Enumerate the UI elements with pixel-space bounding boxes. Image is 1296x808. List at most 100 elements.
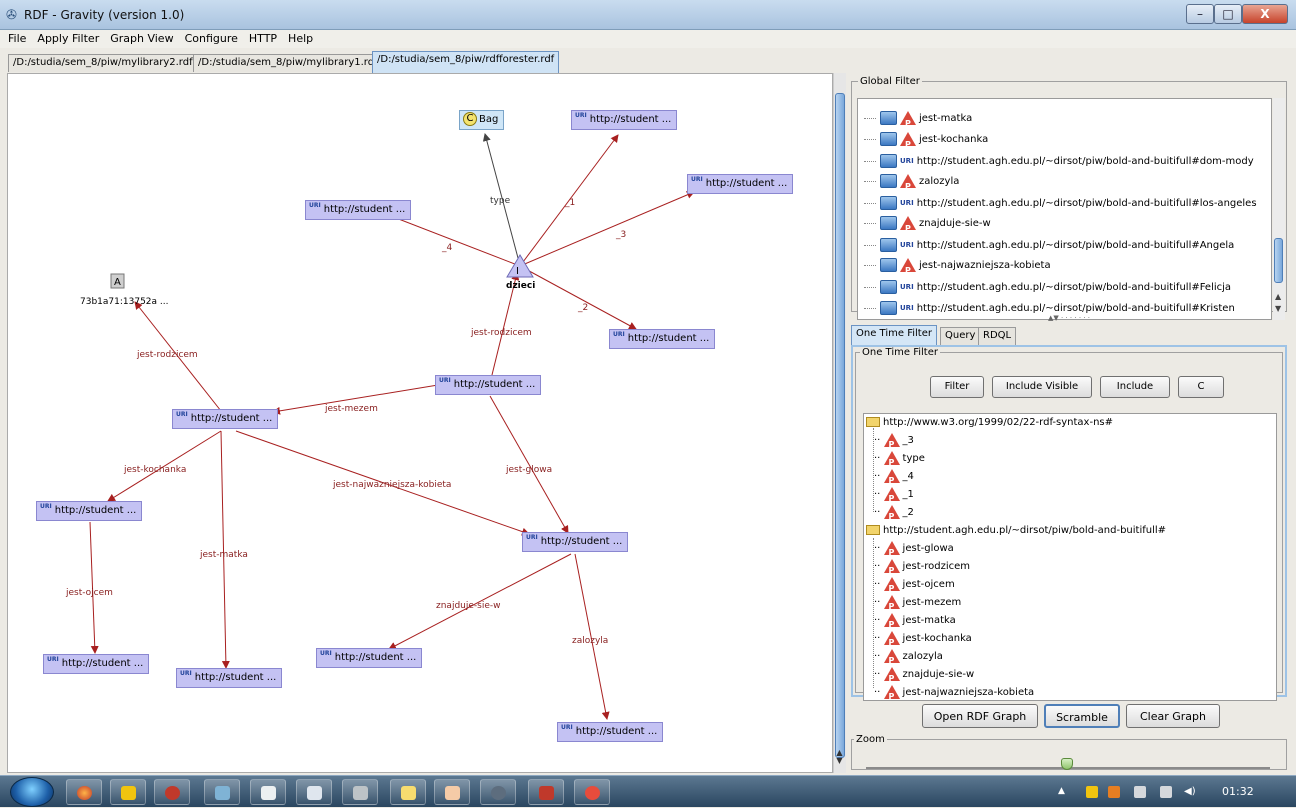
menu-file[interactable]: File bbox=[5, 30, 29, 47]
node-uri-kochanka[interactable]: URI http://student ... bbox=[36, 501, 143, 521]
tree-item-jest-najwazniejsza-kobieta[interactable]: ·· jest-najwazniejsza-kobieta bbox=[874, 684, 1034, 700]
volume-icon[interactable]: ◀) bbox=[1184, 786, 1196, 798]
tree-namespace-rdf[interactable]: http://www.w3.org/1999/02/22-rdf-syntax-… bbox=[866, 414, 1113, 432]
c-button[interactable]: C bbox=[1178, 376, 1224, 398]
menu-help[interactable]: Help bbox=[285, 30, 316, 47]
filter-button[interactable]: Filter bbox=[930, 376, 984, 398]
node-uri-matka[interactable]: URI http://student ... bbox=[176, 668, 283, 688]
clock[interactable]: 01:32 bbox=[1222, 785, 1254, 798]
tree-item-jest-rodzicem[interactable]: ·· jest-rodzicem bbox=[874, 558, 970, 580]
tab-query[interactable]: Query bbox=[940, 327, 981, 345]
taskbar-app-6[interactable] bbox=[296, 779, 332, 805]
minimize-button[interactable]: – bbox=[1186, 4, 1214, 24]
zoom-legend: Zoom bbox=[856, 734, 885, 745]
taskbar-app-3[interactable] bbox=[154, 779, 190, 805]
gf-item-jest-najwazniejsza-kobieta[interactable]: jest-najwazniejsza-kobieta bbox=[864, 256, 1051, 281]
clear-graph-button[interactable]: Clear Graph bbox=[1126, 704, 1220, 728]
tree-item-zalozyla[interactable]: ·· zalozyla bbox=[874, 648, 943, 670]
node-uri-4[interactable]: URI http://student ... bbox=[305, 200, 412, 220]
node-uri-right[interactable]: URI http://student ... bbox=[522, 532, 629, 552]
network-icon[interactable] bbox=[1134, 786, 1146, 798]
node-uri-ojcem[interactable]: URI http://student ... bbox=[43, 654, 150, 674]
gf-item-zalozyla[interactable]: zalozyla bbox=[864, 172, 959, 197]
property-icon bbox=[900, 258, 916, 281]
node-bag[interactable]: C Bag bbox=[459, 110, 505, 130]
close-button[interactable]: X bbox=[1242, 4, 1288, 24]
tree-item-jest-matka[interactable]: ·· jest-matka bbox=[874, 612, 956, 634]
include-visible-button[interactable]: Include Visible bbox=[992, 376, 1092, 398]
gf-item-los-angeles[interactable]: URI http://student.agh.edu.pl/~dirsot/piw… bbox=[864, 193, 1257, 214]
uri-icon: URI bbox=[526, 534, 538, 541]
tree-item-jest-mezem[interactable]: ·· jest-mezem bbox=[874, 594, 961, 616]
property-icon bbox=[883, 469, 900, 490]
tray-app-icon-2[interactable] bbox=[1108, 786, 1120, 798]
property-icon bbox=[883, 649, 900, 670]
node-uri-zalozyla[interactable]: URI http://student ... bbox=[557, 722, 664, 742]
node-uri-1[interactable]: URI http://student ... bbox=[571, 110, 678, 130]
taskbar-explorer[interactable] bbox=[434, 779, 470, 805]
scramble-button[interactable]: Scramble bbox=[1044, 704, 1120, 728]
taskbar-app-4[interactable] bbox=[204, 779, 240, 805]
tree-item-type[interactable]: ·· type bbox=[874, 450, 925, 472]
edge-label-zalozyla: zalozyla bbox=[572, 636, 609, 646]
tree-item-2[interactable]: ·· _2 bbox=[874, 504, 914, 526]
zoom-slider-thumb[interactable] bbox=[1061, 758, 1073, 770]
maximize-button[interactable]: □ bbox=[1214, 4, 1242, 24]
taskbar-app-7[interactable] bbox=[342, 779, 378, 805]
gf-item-dom-mody[interactable]: URI http://student.agh.edu.pl/~dirsot/piw… bbox=[864, 151, 1254, 172]
tree-item-jest-ojcem[interactable]: ·· jest-ojcem bbox=[874, 576, 955, 598]
tree-namespace-bold[interactable]: http://student.agh.edu.pl/~dirsot/piw/bo… bbox=[866, 522, 1166, 540]
scroll-down-icon[interactable]: ▼ bbox=[1275, 304, 1281, 313]
show-hidden-icon[interactable]: ▲ bbox=[1058, 786, 1070, 798]
node-uri-2[interactable]: URI http://student ... bbox=[609, 329, 716, 349]
graph-canvas[interactable]: I A C Bag URI http://student ... URI http:/… bbox=[7, 73, 833, 773]
gf-item-felicja[interactable]: URI http://student.agh.edu.pl/~dirsot/piw… bbox=[864, 277, 1231, 298]
taskbar-rdf-gravity[interactable] bbox=[480, 779, 516, 805]
open-rdf-graph-button[interactable]: Open RDF Graph bbox=[922, 704, 1038, 728]
taskbar-app-5[interactable] bbox=[250, 779, 286, 805]
node-uri-center[interactable]: URI http://student ... bbox=[435, 375, 542, 395]
tree-item-jest-kochanka[interactable]: ·· jest-kochanka bbox=[874, 630, 972, 652]
menu-graph-view[interactable]: Graph View bbox=[107, 30, 176, 47]
tab-rdql[interactable]: RDQL bbox=[978, 327, 1017, 345]
node-uri-znajduje[interactable]: URI http://student ... bbox=[316, 648, 423, 668]
instance-node-label: dzieci bbox=[506, 281, 536, 291]
taskbar-app-2[interactable] bbox=[110, 779, 146, 805]
menu-configure[interactable]: Configure bbox=[182, 30, 241, 47]
tab-mylibrary1[interactable]: /D:/studia/sem_8/piw/mylibrary1.rdf bbox=[193, 54, 383, 72]
one-time-filter-legend: One Time Filter bbox=[862, 347, 938, 358]
graph-scroll-thumb[interactable] bbox=[835, 93, 845, 758]
global-filter-scrollbar[interactable]: ▲ ▼ bbox=[1273, 98, 1285, 320]
gf-item-jest-matka[interactable]: jest-matka bbox=[864, 109, 972, 134]
node-uri-left[interactable]: URI http://student ... bbox=[172, 409, 279, 429]
taskbar-app-8[interactable] bbox=[390, 779, 426, 805]
property-icon bbox=[900, 174, 916, 197]
tab-mylibrary2[interactable]: /D:/studia/sem_8/piw/mylibrary2.rdf bbox=[8, 54, 198, 72]
tree-item-1[interactable]: ·· _1 bbox=[874, 486, 914, 508]
tray-app-icon[interactable] bbox=[1086, 786, 1098, 798]
include-button[interactable]: Include bbox=[1100, 376, 1170, 398]
tree-item-4[interactable]: ·· _4 bbox=[874, 468, 914, 490]
menu-http[interactable]: HTTP bbox=[246, 30, 280, 47]
start-button[interactable] bbox=[10, 777, 54, 807]
node-uri-3[interactable]: URI http://student ... bbox=[687, 174, 794, 194]
taskbar-app-12[interactable] bbox=[574, 779, 610, 805]
tree-item-znajduje-sie-w[interactable]: ·· znajduje-sie-w bbox=[874, 666, 974, 688]
menu-apply-filter[interactable]: Apply Filter bbox=[34, 30, 102, 47]
tree-item-jest-glowa[interactable]: ·· jest-glowa bbox=[874, 540, 954, 562]
gf-item-angela[interactable]: URI http://student.agh.edu.pl/~dirsot/piw… bbox=[864, 235, 1234, 256]
splitter-handle[interactable]: ▲▼ · · · · · · · bbox=[851, 314, 1287, 322]
monitor-icon bbox=[880, 111, 897, 125]
taskbar-acrobat[interactable] bbox=[528, 779, 564, 805]
graph-scroll-arrows[interactable]: ▲ ▼ bbox=[834, 749, 845, 765]
tab-rdfforester[interactable]: /D:/studia/sem_8/piw/rdfforester.rdf bbox=[372, 51, 560, 73]
monitor-icon[interactable] bbox=[1160, 786, 1172, 798]
global-filter-scroll-thumb[interactable] bbox=[1274, 238, 1283, 283]
tree-item-3[interactable]: ·· _3 bbox=[874, 432, 914, 454]
tab-one-time-filter[interactable]: One Time Filter bbox=[851, 325, 937, 345]
gf-item-znajduje-sie-w[interactable]: znajduje-sie-w bbox=[864, 214, 991, 239]
taskbar-firefox[interactable] bbox=[66, 779, 102, 805]
graph-scrollbar[interactable] bbox=[833, 73, 846, 773]
gf-item-jest-kochanka[interactable]: jest-kochanka bbox=[864, 130, 988, 155]
scroll-up-icon[interactable]: ▲ bbox=[1275, 292, 1281, 301]
